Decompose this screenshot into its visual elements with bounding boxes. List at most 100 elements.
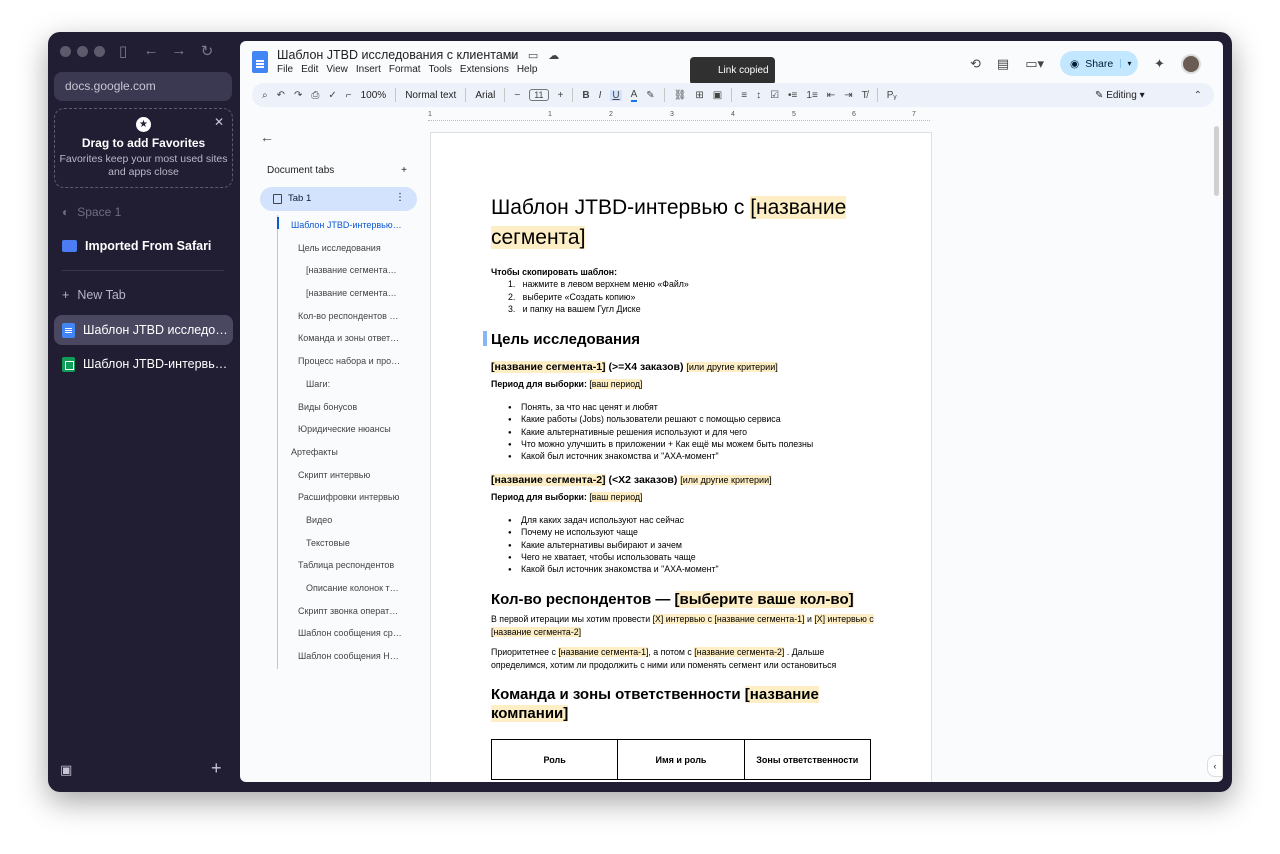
text-color-icon[interactable]: A bbox=[630, 89, 638, 102]
back-arrow-icon[interactable]: ← bbox=[260, 129, 420, 145]
outline-item[interactable]: Таблица респондентов bbox=[278, 555, 417, 578]
highlight-icon[interactable]: ✎ bbox=[646, 90, 654, 101]
print-icon[interactable]: ⎙ bbox=[311, 90, 319, 101]
checklist-icon[interactable]: ☑ bbox=[770, 90, 779, 101]
comments-icon[interactable]: ▤ bbox=[997, 56, 1009, 72]
link-icon[interactable]: ⛓ bbox=[674, 90, 687, 101]
outline-item[interactable]: Шаблон сообщения ср… bbox=[278, 623, 417, 646]
space-label[interactable]: ◐ Space 1 bbox=[62, 205, 121, 219]
comment-add-icon[interactable]: ⊞ bbox=[695, 90, 703, 101]
outline-item[interactable]: Юридические нюансы bbox=[278, 419, 417, 442]
outline-item[interactable]: [название сегмента… bbox=[278, 260, 417, 283]
menu-extensions[interactable]: Extensions bbox=[460, 64, 509, 75]
bold-icon[interactable]: B bbox=[582, 90, 589, 101]
outline-item[interactable]: Шаблон JTBD-интервью… bbox=[278, 215, 417, 238]
star-icon[interactable]: ☆ bbox=[508, 49, 518, 62]
font-select[interactable]: Arial bbox=[475, 90, 495, 101]
table-header-cell[interactable]: Имя и роль bbox=[618, 740, 745, 779]
zoom-select[interactable]: 100% bbox=[361, 90, 387, 101]
numbered-list-icon[interactable]: 1≡ bbox=[806, 90, 817, 101]
menu-file[interactable]: File bbox=[277, 64, 293, 75]
share-button[interactable]: ◉ Share ▾ bbox=[1060, 51, 1139, 76]
meet-icon[interactable]: ▭▾ bbox=[1025, 56, 1044, 72]
document-title[interactable]: Шаблон JTBD исследования с клиентами bbox=[277, 48, 518, 62]
menu-format[interactable]: Format bbox=[389, 64, 421, 75]
tab-1[interactable]: Tab 1 ⋮ bbox=[260, 187, 417, 211]
ruler[interactable]: 1 1 2 3 4 5 6 7 bbox=[428, 111, 930, 121]
outline-item[interactable]: Команда и зоны ответ… bbox=[278, 328, 417, 351]
more-options-icon[interactable]: ⋮ bbox=[395, 192, 405, 203]
outline-item[interactable]: Шаблон сообщения Н… bbox=[278, 646, 417, 669]
paint-format-icon[interactable]: ⌐ bbox=[346, 90, 352, 101]
undo-icon[interactable]: ↶ bbox=[277, 90, 285, 101]
bullet-list-icon[interactable]: •≡ bbox=[788, 90, 797, 101]
outline-item[interactable]: Текстовые bbox=[278, 533, 417, 556]
forward-arrow-icon[interactable]: → bbox=[170, 42, 188, 60]
outline-item[interactable]: Виды бонусов bbox=[278, 397, 417, 420]
italic-icon[interactable]: I bbox=[599, 90, 602, 101]
menu-view[interactable]: View bbox=[326, 64, 348, 75]
sidebar-folder[interactable]: Imported From Safari bbox=[54, 231, 233, 261]
outline-item[interactable]: Цель исследования bbox=[278, 238, 417, 261]
sidebar-tab-sheets[interactable]: Шаблон JTBD-интервь… bbox=[54, 349, 233, 379]
increase-font-icon[interactable]: + bbox=[558, 90, 564, 101]
back-arrow-icon[interactable]: ← bbox=[142, 42, 160, 60]
outline-item[interactable]: Расшифровки интервью bbox=[278, 487, 417, 510]
outline-item[interactable]: Скрипт интервью bbox=[278, 465, 417, 488]
scrollbar[interactable] bbox=[1214, 126, 1219, 196]
clear-format-icon[interactable]: T̸ bbox=[862, 90, 868, 101]
favorites-dropzone[interactable]: ✕ ★ Drag to add Favorites Favorites keep… bbox=[54, 108, 233, 188]
add-tab-icon[interactable]: + bbox=[401, 165, 407, 176]
close-icon[interactable]: ✕ bbox=[214, 115, 224, 129]
indent-increase-icon[interactable]: ⇥ bbox=[844, 90, 852, 101]
docs-logo-icon[interactable] bbox=[252, 51, 268, 73]
table-header-cell[interactable]: Зоны ответственности bbox=[745, 740, 870, 779]
table-header-cell[interactable]: Роль bbox=[492, 740, 619, 779]
outline-item[interactable]: Артефакты bbox=[278, 442, 417, 465]
menu-help[interactable]: Help bbox=[517, 64, 538, 75]
search-icon[interactable]: ⌕ bbox=[262, 90, 268, 101]
team-table[interactable]: Роль Имя и роль Зоны ответственности bbox=[491, 739, 871, 780]
url-bar[interactable]: docs.google.com bbox=[54, 72, 232, 101]
outline-item[interactable]: Процесс набора и про… bbox=[278, 351, 417, 374]
minimize-window-button[interactable] bbox=[77, 46, 88, 57]
avatar[interactable] bbox=[1180, 53, 1201, 74]
outline-item[interactable]: Видео bbox=[278, 510, 417, 533]
gemini-sparkle-icon[interactable]: ✦ bbox=[1154, 56, 1165, 72]
menu-insert[interactable]: Insert bbox=[356, 64, 381, 75]
reload-icon[interactable]: ↻ bbox=[198, 42, 216, 60]
chevron-down-icon[interactable]: ▾ bbox=[1120, 59, 1138, 68]
line-spacing-icon[interactable]: ↕ bbox=[756, 90, 761, 101]
new-tab-button[interactable]: + New Tab bbox=[54, 280, 233, 310]
outline-item[interactable]: [название сегмента… bbox=[278, 283, 417, 306]
outline-item[interactable]: Кол-во респондентов … bbox=[278, 306, 417, 329]
window-controls[interactable] bbox=[60, 46, 105, 57]
sidebar-tab-docs[interactable]: Шаблон JTBD исследо… bbox=[54, 315, 233, 345]
spellcheck-icon[interactable]: ✓ bbox=[328, 90, 336, 101]
image-icon[interactable]: ▣ bbox=[713, 90, 722, 101]
style-select[interactable]: Normal text bbox=[405, 90, 456, 101]
outline-item[interactable]: Описание колонок т… bbox=[278, 578, 417, 601]
close-window-button[interactable] bbox=[60, 46, 71, 57]
font-size-input[interactable]: 11 bbox=[529, 89, 549, 101]
editing-mode-select[interactable]: ✎ Editing ▾ bbox=[1095, 90, 1145, 101]
menu-edit[interactable]: Edit bbox=[301, 64, 318, 75]
history-icon[interactable]: ⟲ bbox=[970, 56, 981, 72]
outline-item[interactable]: Скрипт звонка операт… bbox=[278, 601, 417, 624]
pageless-icon[interactable]: Pᵧ bbox=[887, 90, 897, 101]
add-icon[interactable]: + bbox=[211, 758, 222, 779]
underline-icon[interactable]: U bbox=[610, 89, 622, 101]
sidebar-toggle-icon[interactable]: ▯ bbox=[114, 42, 132, 60]
indent-decrease-icon[interactable]: ⇤ bbox=[827, 90, 835, 101]
cloud-status-icon[interactable]: ☁ bbox=[548, 49, 559, 62]
outline-item[interactable]: Шаги: bbox=[278, 374, 417, 397]
menu-tools[interactable]: Tools bbox=[429, 64, 452, 75]
collapse-menus-icon[interactable]: ⌃ bbox=[1194, 90, 1202, 101]
archive-icon[interactable]: ▣ bbox=[60, 762, 72, 778]
document-page[interactable]: Шаблон JTBD-интервью с [название сегмент… bbox=[430, 132, 932, 782]
move-folder-icon[interactable]: ▭ bbox=[528, 49, 538, 62]
redo-icon[interactable]: ↷ bbox=[294, 90, 302, 101]
side-panel-toggle[interactable]: ‹ bbox=[1207, 755, 1223, 777]
decrease-font-icon[interactable]: − bbox=[514, 90, 520, 101]
align-icon[interactable]: ≡ bbox=[741, 90, 747, 101]
